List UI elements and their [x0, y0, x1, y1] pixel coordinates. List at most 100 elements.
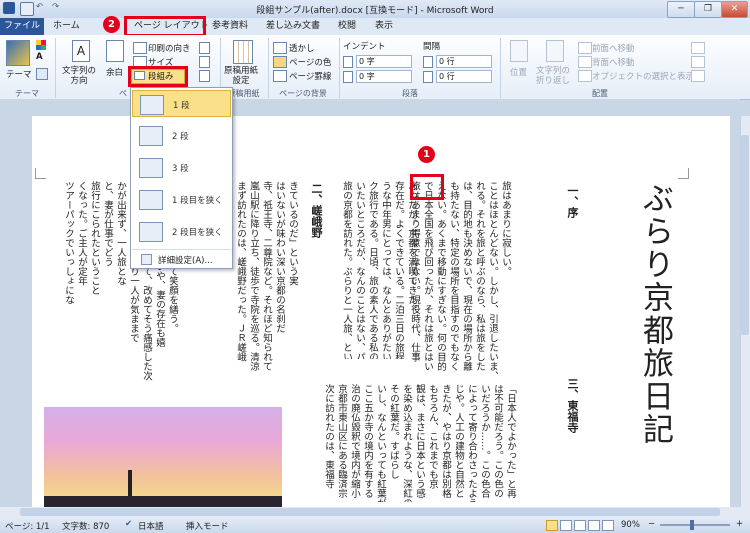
send-backward-button-label[interactable]: 背面へ移動	[592, 56, 635, 68]
rotate-icon[interactable]	[691, 70, 705, 82]
tab-references[interactable]: 参考資料	[212, 19, 248, 34]
line-numbers-icon[interactable]	[199, 56, 210, 68]
full-screen-view-icon[interactable]	[560, 520, 572, 531]
tab-file[interactable]: ファイル	[0, 18, 44, 35]
status-insert-mode[interactable]: 挿入モード	[186, 520, 229, 532]
spacing-before-icon	[423, 56, 433, 68]
wrap-text-icon[interactable]	[546, 40, 564, 62]
columns-option-three[interactable]: 3 段	[132, 154, 231, 181]
document-photo[interactable]	[44, 407, 282, 507]
bring-forward-icon[interactable]	[578, 42, 592, 54]
margin-mark-right	[678, 168, 689, 179]
wrap-text-button-label[interactable]: 文字列の 折り返し	[536, 66, 570, 86]
tab-view[interactable]: 表示	[375, 19, 393, 34]
text-line: ク旅行である。日頃、旅の素人である私のよ	[367, 181, 378, 359]
text-direction-button-label[interactable]: 文字列の 方向	[62, 66, 96, 86]
themes-button-label[interactable]: テーマ	[6, 68, 32, 80]
draft-view-icon[interactable]	[602, 520, 614, 531]
status-zoom-level[interactable]: 90%	[621, 520, 640, 530]
column-tofukuji: 「日本人でよかった」と再 は不可能だろう。この色の いだろうか……。この色合 に…	[322, 384, 517, 502]
text-line: もちろん、これまでも京	[427, 384, 438, 489]
margins-button-label[interactable]: 余白	[106, 66, 123, 78]
web-layout-view-icon[interactable]	[574, 520, 586, 531]
status-language[interactable]: 日本語	[138, 520, 164, 532]
theme-fonts-icon[interactable]: A	[36, 52, 43, 62]
theme-colors-icon[interactable]	[36, 40, 46, 50]
watermark-button-label[interactable]: 透かし	[289, 42, 315, 54]
print-layout-view-icon[interactable]	[546, 520, 558, 531]
position-icon[interactable]	[510, 40, 528, 62]
restore-button[interactable]: ❐	[694, 1, 722, 18]
columns-more-options[interactable]: 詳細設定(A)...	[132, 251, 231, 267]
margins-icon[interactable]	[106, 40, 124, 62]
zoom-in-button[interactable]: +	[736, 519, 743, 529]
one-column-icon	[140, 95, 164, 115]
ribbon-separator	[500, 38, 501, 98]
columns-option-left-narrow[interactable]: 1 段目を狭く	[132, 186, 231, 213]
hyphenation-icon[interactable]	[199, 70, 210, 82]
minimize-button[interactable]: ─	[667, 1, 695, 18]
page-color-button-label[interactable]: ページの色	[289, 56, 331, 68]
spacing-after-field[interactable]: 0 行	[436, 70, 492, 83]
text-line: くなった。ご主人が定年	[76, 181, 87, 286]
indent-left-field[interactable]: 0 字	[356, 55, 412, 68]
align-icon[interactable]	[691, 42, 705, 54]
text-line: 旅はあまりに寂しい。	[500, 181, 511, 276]
page-border-button-label[interactable]: ページ罫線	[289, 70, 331, 82]
proofing-icon[interactable]: ✔	[125, 519, 132, 529]
columns-option-label: 2 段目を狭く	[172, 228, 223, 238]
tab-mailings[interactable]: 差し込み文書	[266, 19, 320, 34]
manuscript-icon[interactable]	[233, 40, 253, 64]
document-title: ぶらり京都旅日記	[637, 182, 673, 446]
outline-view-icon[interactable]	[588, 520, 600, 531]
manuscript-button-label[interactable]: 原稿用紙 設定	[224, 66, 258, 86]
text-line: 京都市東山区にある臨済宗	[336, 384, 347, 498]
indent-label: インデント	[343, 42, 386, 52]
horizontal-scroll-thumb[interactable]	[20, 508, 720, 516]
tab-review[interactable]: 校閲	[338, 19, 356, 34]
ribbon-separator	[339, 38, 340, 98]
page-color-icon[interactable]	[273, 56, 287, 68]
text-line: によって寄り合わさったよう	[466, 384, 477, 502]
text-line: 旅の京都を訪れた。ぶらりと一人旅、とい	[341, 181, 352, 359]
orientation-button-label[interactable]: 印刷の向き	[148, 42, 191, 54]
bring-forward-button-label[interactable]: 前面へ移動	[592, 42, 635, 54]
indent-right-field[interactable]: 0 字	[356, 70, 412, 83]
column-sagano: きているのだ」という実 はいないが味わい深い京都の名刹だ 寺、祇王寺、二尊院など…	[234, 181, 299, 383]
group-icon[interactable]	[691, 56, 705, 68]
zoom-slider-thumb[interactable]	[690, 520, 694, 530]
selection-pane-button-label[interactable]: オブジェクトの選択と表示	[592, 70, 694, 82]
text-direction-icon[interactable]: A	[72, 40, 90, 62]
status-word-count[interactable]: 文字数: 870	[62, 520, 109, 532]
zoom-slider[interactable]	[660, 524, 730, 526]
text-line: 存在だ。よくできている。二泊三日の旅程で	[393, 181, 404, 359]
selection-pane-icon[interactable]	[578, 70, 592, 82]
vertical-scroll-thumb[interactable]	[741, 135, 749, 335]
tab-home[interactable]: ホーム	[53, 19, 80, 34]
text-line: で日本全国を飛び回ったが、それは旅とはい	[422, 181, 433, 371]
columns-option-two[interactable]: 2 段	[132, 122, 231, 149]
text-line: まず訪れたのは、嵯峨野だった。ＪＲ嵯峨	[235, 181, 246, 362]
page-border-icon[interactable]	[273, 70, 287, 82]
status-page[interactable]: ページ: 1/1	[5, 520, 50, 532]
callout-badge-one: 1	[418, 146, 435, 163]
text-line: を染め込まれような、深紅の	[401, 384, 412, 502]
send-backward-icon[interactable]	[578, 56, 592, 68]
text-line: ことはほとんどない。しかし、引退したいま、	[487, 181, 498, 381]
breaks-icon[interactable]	[199, 42, 210, 54]
columns-option-one[interactable]: 1 段	[132, 90, 231, 117]
spacing-before-field[interactable]: 0 行	[436, 55, 492, 68]
themes-icon[interactable]	[6, 40, 30, 66]
skyline-silhouette	[44, 496, 282, 507]
text-line: れる。それを旅と呼ぶのなら、私は旅をした	[474, 181, 485, 371]
zoom-out-button[interactable]: −	[648, 519, 655, 529]
watermark-icon[interactable]	[273, 42, 287, 54]
theme-effects-icon[interactable]	[36, 68, 48, 80]
three-columns-icon	[139, 158, 163, 178]
columns-option-right-narrow[interactable]: 2 段目を狭く	[132, 218, 231, 245]
right-narrow-icon	[139, 222, 163, 242]
position-button-label[interactable]: 位置	[510, 66, 527, 78]
close-button[interactable]: ✕	[721, 1, 748, 18]
text-line: いし、なんといっても紅葉が	[375, 384, 386, 502]
orientation-icon[interactable]	[133, 42, 147, 54]
